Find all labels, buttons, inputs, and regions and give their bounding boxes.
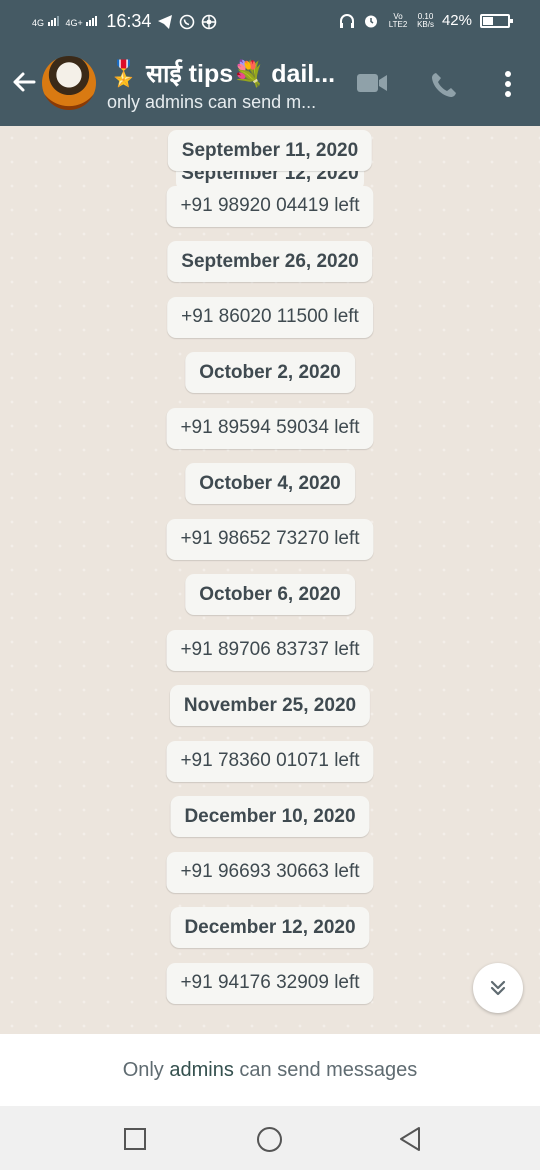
headphones-icon bbox=[340, 13, 355, 28]
system-message: +91 94176 32909 left bbox=[166, 962, 374, 1004]
system-message: +91 98920 04419 left bbox=[166, 185, 374, 227]
battery-icon bbox=[480, 13, 513, 28]
app-bar: 🎖️ साई tips💐 dail... only admins can sen… bbox=[0, 42, 540, 126]
system-message: +91 89594 59034 left bbox=[166, 407, 374, 449]
chat-area[interactable]: September 12, 2020 September 11, 2020 +91… bbox=[0, 126, 540, 1034]
date-separator: December 12, 2020 bbox=[170, 907, 370, 948]
admins-only-notice: Only admins can send messages bbox=[0, 1034, 540, 1106]
status-bar: 4G 4G+ 16:34 Vo LTE2 0.10 KB/s 42% bbox=[0, 0, 540, 42]
chat-title[interactable]: 🎖️ साई tips💐 dail... bbox=[108, 56, 335, 90]
network-speed: 0.10 KB/s bbox=[417, 11, 434, 29]
system-message: +91 86020 11500 left bbox=[167, 296, 373, 338]
system-message: +91 98652 73270 left bbox=[166, 518, 374, 560]
voice-call-icon[interactable] bbox=[429, 70, 459, 100]
system-message: +91 96693 30663 left bbox=[166, 851, 374, 893]
system-nav-bar bbox=[0, 1106, 540, 1170]
alarm-icon bbox=[365, 15, 378, 27]
home-icon[interactable] bbox=[256, 1126, 283, 1153]
back-arrow-icon[interactable] bbox=[8, 66, 40, 98]
group-avatar[interactable] bbox=[42, 56, 96, 110]
battery-percent: 42% bbox=[441, 12, 472, 29]
whatsapp-icon bbox=[180, 14, 195, 29]
system-message: +91 78360 01071 left bbox=[166, 740, 374, 782]
signal-icon bbox=[47, 15, 59, 26]
date-separator: November 25, 2020 bbox=[169, 685, 371, 726]
system-message: +91 89706 83737 left bbox=[166, 629, 374, 671]
signal-icon bbox=[86, 15, 98, 26]
back-icon[interactable] bbox=[398, 1126, 422, 1152]
chrome-icon bbox=[202, 14, 217, 29]
clock: 16:34 bbox=[106, 11, 152, 31]
telegram-icon bbox=[158, 14, 173, 29]
admins-link[interactable]: admins bbox=[169, 1059, 233, 1082]
date-separator: September 26, 2020 bbox=[167, 241, 373, 282]
chat-subtitle[interactable]: only admins can send m... bbox=[107, 92, 316, 113]
network-indicator-2: 4G+ bbox=[66, 15, 101, 28]
video-call-icon[interactable] bbox=[356, 70, 388, 96]
scroll-down-button[interactable] bbox=[473, 963, 523, 1013]
scroll-down-icon bbox=[490, 980, 506, 996]
date-separator: October 2, 2020 bbox=[185, 352, 355, 393]
header: 4G 4G+ 16:34 Vo LTE2 0.10 KB/s 42% 🎖️ सा… bbox=[0, 0, 540, 126]
date-separator: October 6, 2020 bbox=[185, 574, 355, 615]
volte-indicator: Vo LTE2 bbox=[388, 11, 408, 29]
date-separator: October 4, 2020 bbox=[185, 463, 355, 504]
date-separator: December 10, 2020 bbox=[170, 796, 370, 837]
recents-icon[interactable] bbox=[123, 1127, 147, 1151]
more-options-icon[interactable] bbox=[498, 70, 518, 100]
network-indicator-1: 4G bbox=[32, 15, 60, 28]
date-separator: September 11, 2020 bbox=[167, 130, 373, 171]
